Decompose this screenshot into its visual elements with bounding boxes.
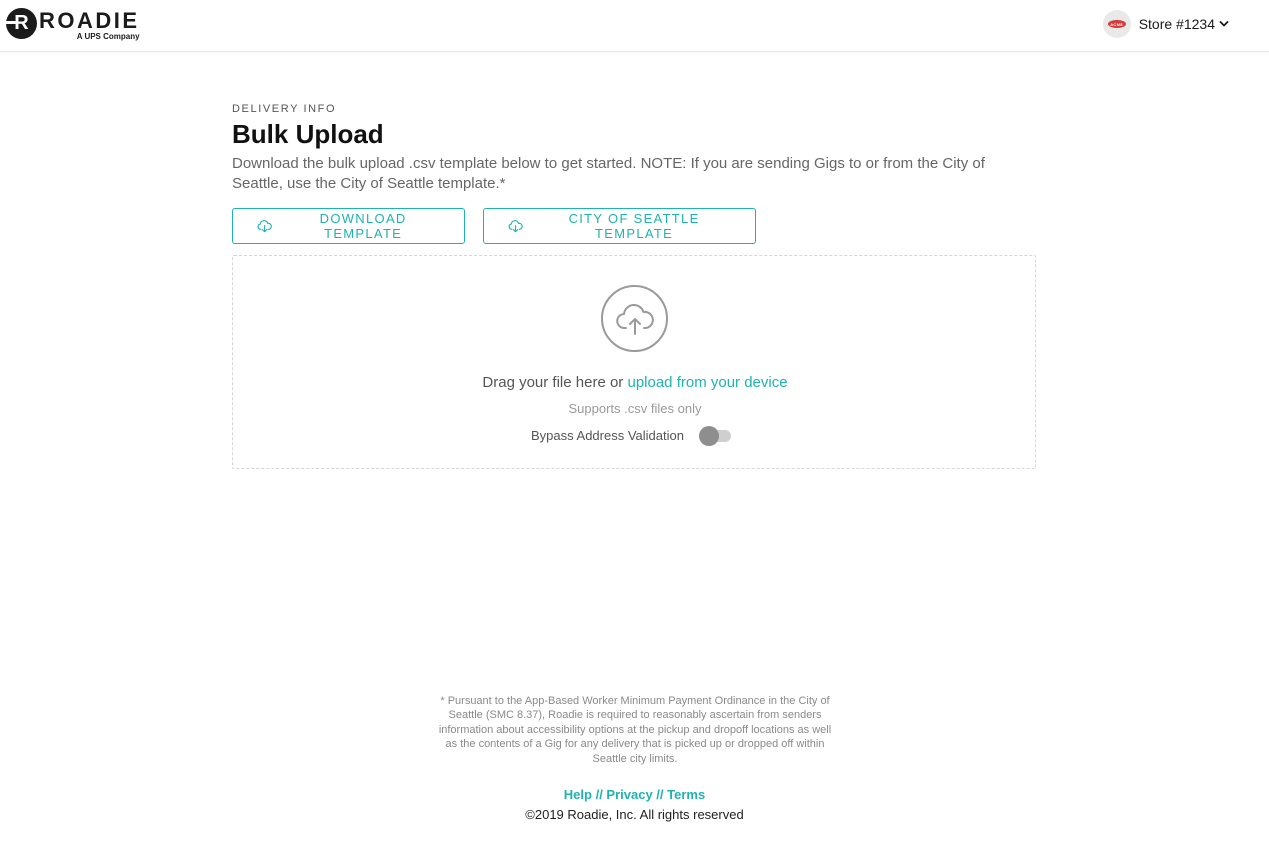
bypass-validation-toggle[interactable]	[698, 425, 732, 446]
seattle-template-label: CITY OF SEATTLE TEMPLATE	[568, 211, 700, 241]
section-eyebrow: DELIVERY INFO	[232, 103, 337, 115]
roadie-logo[interactable]: R ROADIE A UPS Company	[6, 8, 140, 42]
cloud-download-icon	[508, 220, 523, 233]
footer-links: Help // Privacy // Terms	[0, 787, 1269, 802]
privacy-link[interactable]: Privacy	[606, 787, 652, 802]
store-avatar: ACME	[1102, 10, 1131, 38]
roadie-logo-sub: A UPS Company	[76, 32, 140, 41]
page-description: Download the bulk upload .csv template b…	[232, 155, 985, 192]
copyright: ©2019 Roadie, Inc. All rights reserved	[525, 807, 744, 822]
bypass-validation-label: Bypass Address Validation	[531, 427, 684, 443]
drag-instructions: Drag your file here or upload from your …	[233, 374, 1037, 391]
download-template-button[interactable]: DOWNLOAD TEMPLATE	[232, 208, 465, 244]
page-title: Bulk Upload	[232, 119, 384, 149]
store-selector[interactable]: ACME Store #1234	[1102, 10, 1229, 38]
help-link[interactable]: Help	[564, 787, 592, 802]
supported-formats-note: Supports .csv files only	[568, 401, 702, 416]
seattle-template-button[interactable]: CITY OF SEATTLE TEMPLATE	[483, 208, 756, 244]
top-header: R ROADIE A UPS Company ACME Store #1234	[0, 0, 1269, 52]
terms-link[interactable]: Terms	[667, 787, 705, 802]
bulk-upload-section: DELIVERY INFO Bulk Upload Download the b…	[232, 102, 1036, 469]
seattle-disclaimer: * Pursuant to the App-Based Worker Minim…	[438, 695, 832, 765]
file-dropzone[interactable]: Drag your file here or upload from your …	[232, 255, 1036, 469]
store-avatar-logo: ACME	[1107, 20, 1126, 28]
roadie-logo-text: ROADIE A UPS Company	[39, 8, 140, 41]
cloud-upload-icon	[615, 303, 654, 335]
link-separator: //	[652, 787, 668, 802]
bypass-validation-row: Bypass Address Validation	[531, 425, 732, 446]
toggle-knob	[698, 426, 719, 446]
download-template-label: DOWNLOAD TEMPLATE	[319, 211, 407, 241]
drag-text: Drag your file here or	[482, 374, 628, 391]
upload-from-device-link[interactable]: upload from your device	[627, 374, 787, 391]
store-name: Store #1234	[1138, 16, 1215, 32]
link-separator: //	[591, 787, 607, 802]
roadie-logo-mark: R	[6, 8, 37, 39]
cloud-download-icon	[257, 220, 272, 233]
chevron-down-icon	[1219, 21, 1229, 27]
template-buttons: DOWNLOAD TEMPLATE CITY OF SEATTLE TEMPLA…	[232, 208, 1036, 244]
roadie-logo-word: ROADIE	[39, 8, 140, 33]
upload-circle[interactable]	[601, 285, 668, 352]
